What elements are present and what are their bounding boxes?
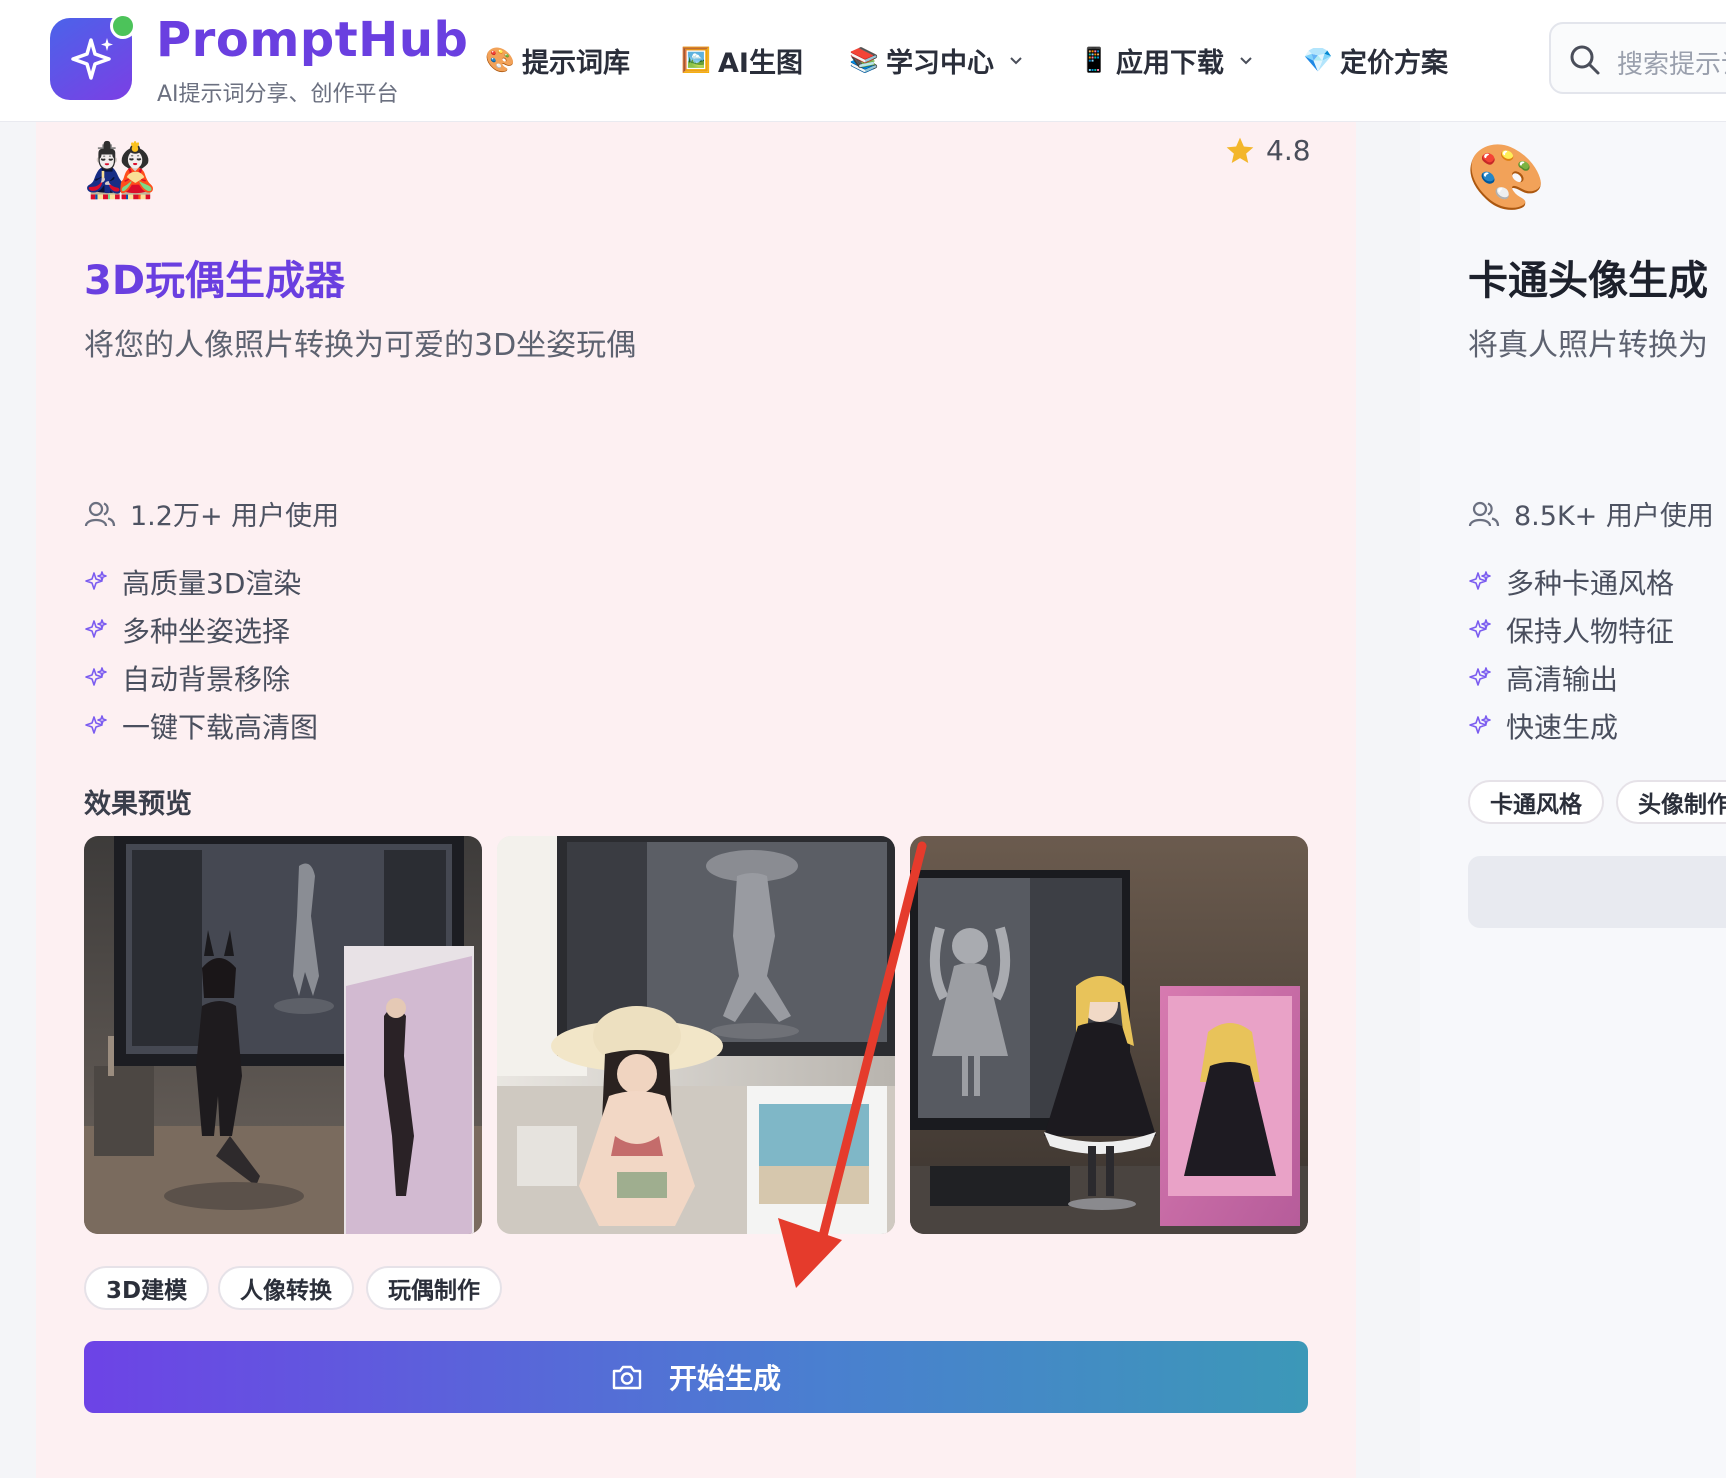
user-count-text: 1.2万+ 用户使用 [130, 501, 340, 532]
books-icon: 📚 [849, 46, 879, 74]
search-icon [1570, 45, 1600, 75]
users-icon [1468, 501, 1500, 526]
sparkle-icon [85, 619, 107, 638]
nav-label: 定价方案 [1340, 47, 1448, 79]
user-count: 8.5K+ 用户使用 [1468, 494, 1714, 533]
nav-label: 应用下载 [1116, 47, 1224, 79]
phone-icon: 📱 [1079, 46, 1109, 74]
start-generate-button[interactable]: 开始生成 [84, 1341, 1308, 1413]
nav-label: AI生图 [718, 47, 803, 79]
brand-subtitle: AI提示词分享、创作平台 [157, 82, 399, 107]
preview-image-2[interactable] [497, 836, 895, 1234]
tag-chip[interactable]: 3D建模 [84, 1266, 210, 1310]
start-generate-label: 开始生成 [668, 1362, 781, 1395]
feature-item: 快速生成 [1468, 706, 1618, 746]
generate-button-placeholder[interactable] [1468, 856, 1726, 928]
picture-icon: 🖼️ [681, 46, 711, 74]
nav-app-download[interactable]: 📱 应用下载 [1078, 38, 1254, 82]
camera-icon [612, 1365, 642, 1390]
card-title[interactable]: 卡通头像生成 [1468, 248, 1708, 306]
palette-icon: 🎨 [1466, 141, 1546, 215]
search-input[interactable]: 搜索提示词 [1549, 22, 1726, 94]
feature-item: 多种卡通风格 [1468, 562, 1674, 602]
feature-label: 一键下载高清图 [122, 711, 319, 744]
online-status-dot [110, 13, 136, 39]
nav-learning-center[interactable]: 📚 学习中心 [848, 38, 1024, 82]
tag-chip[interactable]: 玩偶制作 [366, 1266, 502, 1310]
chevron-down-icon [1240, 57, 1252, 65]
preview-section-label: 效果预览 [84, 789, 192, 820]
users-icon [84, 501, 116, 526]
feature-label: 高清输出 [1506, 663, 1619, 696]
feature-label: 保持人物特征 [1506, 615, 1675, 648]
feature-item: 自动背景移除 [84, 658, 290, 698]
sparkle-icon [85, 571, 107, 590]
brand-name[interactable]: PromptHub [156, 12, 468, 68]
tag-chip[interactable]: 头像制作 [1616, 780, 1726, 824]
feature-label: 自动背景移除 [122, 663, 291, 696]
sparkle-icon [1469, 619, 1491, 638]
top-header: PromptHub AI提示词分享、创作平台 🎨 提示词库 🖼️ AI生图 📚 … [0, 0, 1726, 122]
user-count-text: 8.5K+ 用户使用 [1514, 501, 1714, 532]
sparkle-icon [1469, 667, 1491, 686]
search-placeholder: 搜索提示词 [1617, 50, 1726, 80]
sparkle-icon [85, 667, 107, 686]
chevron-down-icon [1010, 57, 1022, 65]
feature-item: 高质量3D渲染 [84, 562, 301, 602]
feature-item: 一键下载高清图 [84, 706, 318, 746]
sparkle-icon [1469, 715, 1491, 734]
feature-label: 多种卡通风格 [1506, 567, 1675, 600]
nav-label: 学习中心 [886, 47, 994, 79]
rating: 4.8 [1224, 134, 1311, 167]
preview-image-3[interactable] [910, 836, 1308, 1234]
nav-pricing[interactable]: 💎 定价方案 [1302, 38, 1448, 82]
feature-label: 多种坐姿选择 [122, 615, 291, 648]
palette-icon: 🎨 [485, 46, 515, 74]
rating-value: 4.8 [1266, 134, 1311, 167]
tag-chip[interactable]: 人像转换 [218, 1266, 354, 1310]
feature-label: 快速生成 [1506, 711, 1619, 744]
tag-chip[interactable]: 卡通风格 [1468, 780, 1604, 824]
dolls-icon: 🎎 [84, 136, 157, 204]
user-count: 1.2万+ 用户使用 [84, 494, 339, 533]
sparkle-icon [85, 715, 107, 734]
feature-item: 高清输出 [1468, 658, 1618, 698]
sparkle-icon [1469, 571, 1491, 590]
diamond-icon: 💎 [1303, 46, 1333, 74]
card-title[interactable]: 3D玩偶生成器 [84, 248, 345, 306]
feature-label: 高质量3D渲染 [122, 567, 302, 600]
nav-ai-image[interactable]: 🖼️ AI生图 [680, 38, 803, 82]
preview-image-1[interactable] [84, 836, 482, 1234]
nav-prompt-library[interactable]: 🎨 提示词库 [484, 38, 630, 82]
feature-item: 保持人物特征 [1468, 610, 1674, 650]
card-description: 将您的人像照片转换为可爱的3D坐姿玩偶 [84, 328, 637, 363]
nav-label: 提示词库 [522, 47, 630, 79]
card-description: 将真人照片转换为 [1468, 328, 1708, 363]
feature-item: 多种坐姿选择 [84, 610, 290, 650]
star-icon [1226, 137, 1254, 163]
